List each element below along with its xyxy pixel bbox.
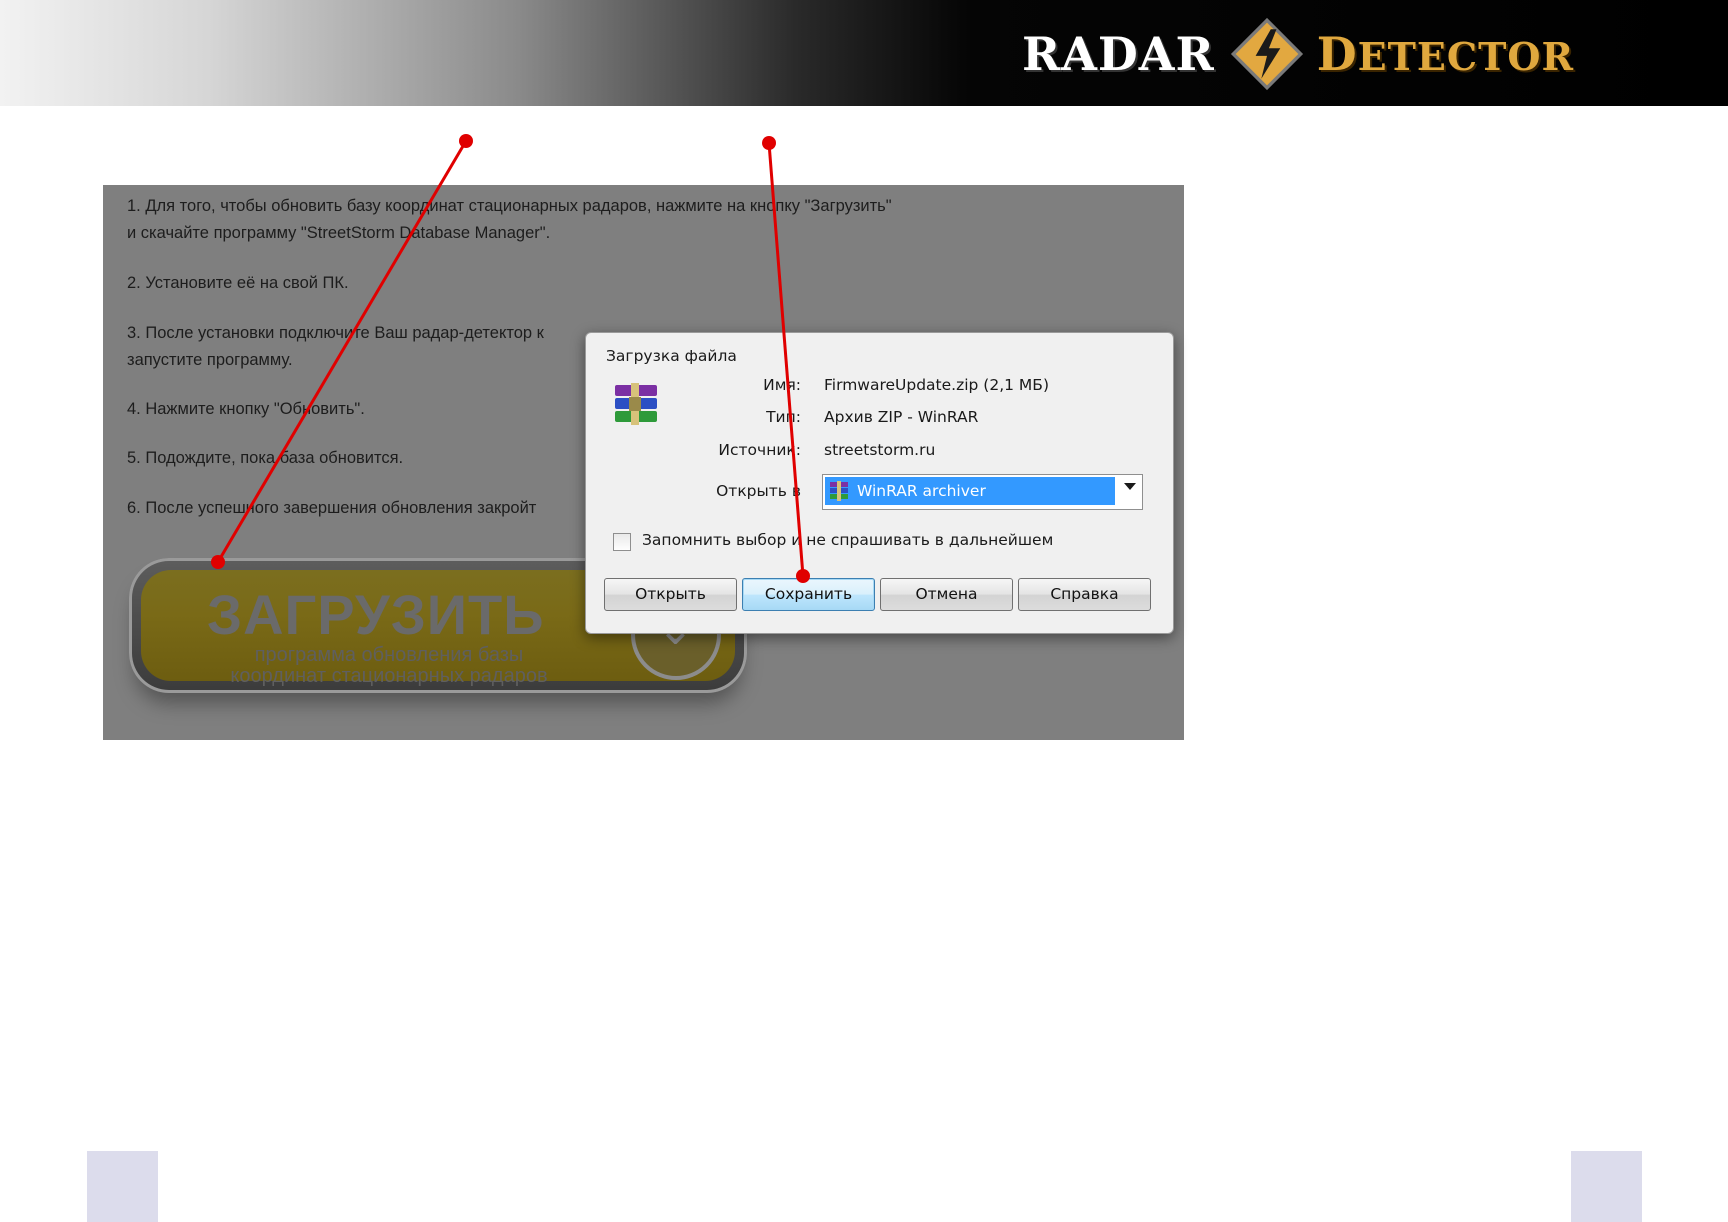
footer-box-left [87,1151,158,1222]
pointer-dot-top-left [459,134,473,148]
footer-box-right [1571,1151,1642,1222]
pointer-dot-download [211,555,225,569]
pointer-dot-top-right [762,136,776,150]
pointer-dot-save [796,569,810,583]
pointer-line-download [216,140,468,563]
annotation-overlay [211,134,810,583]
pointer-line-save [767,142,805,577]
